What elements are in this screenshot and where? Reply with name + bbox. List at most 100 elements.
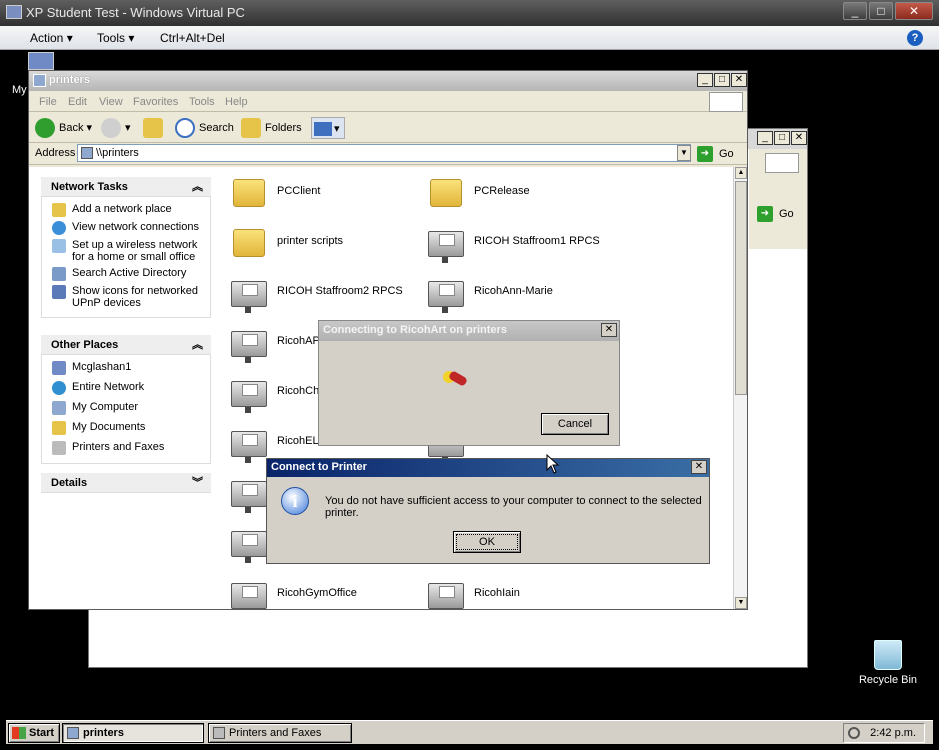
explorer-title: printers — [49, 74, 90, 86]
scroll-thumb[interactable] — [735, 181, 747, 395]
network-tasks-header[interactable]: Network Tasks ︽ — [41, 177, 211, 197]
network-connections-icon — [52, 221, 66, 235]
my-documents-icon — [52, 421, 66, 435]
search-button[interactable]: Search — [175, 117, 234, 139]
menu-tools[interactable]: Tools — [189, 96, 215, 108]
collapse-icon[interactable]: ︽ — [192, 177, 203, 197]
vertical-scrollbar[interactable]: ▲ ▼ — [733, 167, 747, 609]
host-minimize-button[interactable]: _ — [843, 2, 867, 20]
close-button[interactable]: ✕ — [731, 73, 747, 87]
taskbar-item-printers[interactable]: printers — [62, 723, 204, 743]
bg-close-button[interactable]: ✕ — [791, 131, 807, 145]
place-my-computer[interactable]: My Computer — [52, 401, 210, 415]
address-input[interactable]: \\printers — [77, 144, 691, 162]
cancel-button[interactable]: Cancel — [541, 413, 609, 435]
menu-view[interactable]: View — [99, 96, 123, 108]
expand-icon[interactable]: ︾ — [192, 473, 203, 493]
menu-edit[interactable]: Edit — [68, 96, 87, 108]
printer-item[interactable]: RicohChris — [229, 367, 331, 415]
globe-icon — [52, 381, 66, 395]
recycle-bin-icon — [874, 640, 902, 670]
maximize-button[interactable]: □ — [714, 73, 730, 87]
menu-favorites[interactable]: Favorites — [133, 96, 178, 108]
menu-tools[interactable]: Tools ▾ — [97, 31, 134, 45]
task-view-network-connections[interactable]: View network connections — [52, 221, 210, 235]
bg-go-button[interactable]: ➜ Go — [757, 205, 794, 223]
connecting-dialog-titlebar[interactable]: Connecting to RicohArt on printers ✕ — [319, 321, 619, 341]
network-printer-icon — [229, 319, 269, 363]
menu-ctrl-alt-del[interactable]: Ctrl+Alt+Del — [160, 31, 225, 45]
connect-close-button[interactable]: ✕ — [691, 460, 707, 474]
task-show-upnp[interactable]: Show icons for networked UPnP devices — [52, 285, 210, 309]
printer-item[interactable]: RicohAnn-Marie — [426, 267, 553, 315]
go-button[interactable]: ➜ Go — [697, 145, 737, 163]
taskbar-item-printers-and-faxes[interactable]: Printers and Faxes — [208, 723, 352, 743]
connect-to-printer-dialog[interactable]: Connect to Printer ✕ i You do not have s… — [266, 458, 710, 564]
scroll-down-icon[interactable]: ▼ — [735, 597, 747, 609]
folders-button[interactable]: Folders — [241, 117, 302, 139]
address-dropdown-button[interactable]: ▼ — [677, 145, 691, 161]
connecting-close-button[interactable]: ✕ — [601, 323, 617, 337]
file-item-printer-scripts[interactable]: printer scripts — [229, 217, 343, 265]
host-close-button[interactable]: ✕ — [895, 2, 933, 20]
views-icon — [314, 122, 332, 136]
desktop-icon-label[interactable]: My — [12, 84, 27, 96]
windows-flag-icon — [12, 727, 26, 739]
minimize-button[interactable]: _ — [697, 73, 713, 87]
start-button[interactable]: Start — [8, 723, 60, 743]
host-titlebar: XP Student Test - Windows Virtual PC _ □… — [0, 0, 939, 26]
connect-dialog-titlebar[interactable]: Connect to Printer ✕ — [267, 459, 709, 477]
details-header[interactable]: Details ︾ — [41, 473, 211, 493]
collapse-icon[interactable]: ︽ — [192, 335, 203, 355]
network-printer-icon — [229, 571, 269, 609]
desktop-computer-icon[interactable] — [28, 52, 54, 70]
place-mcglashan1[interactable]: Mcglashan1 — [52, 361, 210, 375]
explorer-titlebar[interactable]: printers _ □ ✕ — [29, 71, 747, 91]
printer-icon — [52, 441, 66, 455]
printer-item[interactable]: RICOH Staffroom1 RPCS — [426, 217, 600, 265]
menu-file[interactable]: File — [39, 96, 57, 108]
tray-status-icon[interactable] — [848, 727, 860, 739]
up-folder-icon — [143, 118, 163, 139]
forward-button[interactable]: ▾ — [101, 117, 131, 139]
upnp-icon — [52, 285, 66, 299]
go-arrow-icon: ➜ — [697, 146, 713, 163]
explorer-menubar: File Edit View Favorites Tools Help — [29, 91, 747, 112]
back-button[interactable]: Back ▾ — [35, 117, 92, 139]
windows-logo-icon — [709, 92, 743, 112]
file-item-pcrelease[interactable]: PCRelease — [426, 167, 530, 215]
clock[interactable]: 2:42 p.m. — [870, 724, 916, 742]
ok-button[interactable]: OK — [453, 531, 521, 553]
host-maximize-button[interactable]: □ — [869, 2, 893, 20]
bg-maximize-button[interactable]: □ — [774, 131, 790, 145]
up-folder-button[interactable] — [143, 117, 167, 139]
menu-help[interactable]: Help — [225, 96, 248, 108]
folders-icon — [241, 118, 261, 139]
task-setup-wireless[interactable]: Set up a wireless network for a home or … — [52, 239, 210, 263]
printer-item[interactable]: RICOH Staffroom2 RPCS — [229, 267, 403, 315]
printer-item[interactable]: RicohAPOf — [229, 317, 331, 365]
task-search-active-directory[interactable]: Search Active Directory — [52, 267, 210, 281]
printer-item[interactable]: RicohGymOffice — [229, 569, 357, 609]
place-entire-network[interactable]: Entire Network — [52, 381, 210, 395]
folder-share-icon — [229, 219, 269, 263]
menu-action[interactable]: Action ▾ — [30, 31, 73, 45]
help-icon[interactable]: ? — [907, 30, 923, 46]
taskbar: Start printers Printers and Faxes 2:42 p… — [0, 716, 939, 750]
scroll-up-icon[interactable]: ▲ — [735, 167, 747, 179]
network-tasks-panel: Network Tasks ︽ Add a network place View … — [41, 177, 211, 318]
printers-window-icon — [67, 727, 79, 739]
views-button[interactable]: ▾ — [311, 117, 345, 139]
recycle-bin[interactable]: Recycle Bin — [856, 640, 920, 686]
file-item-pcclient[interactable]: PCClient — [229, 167, 320, 215]
place-printers-and-faxes[interactable]: Printers and Faxes — [52, 441, 210, 455]
other-places-header[interactable]: Other Places ︽ — [41, 335, 211, 355]
recycle-bin-label: Recycle Bin — [858, 674, 918, 686]
connecting-dialog[interactable]: Connecting to RicohArt on printers ✕ Can… — [318, 320, 620, 446]
bg-minimize-button[interactable]: _ — [757, 131, 773, 145]
printer-item[interactable]: RicohIain — [426, 569, 520, 609]
place-my-documents[interactable]: My Documents — [52, 421, 210, 435]
task-add-network-place[interactable]: Add a network place — [52, 203, 210, 217]
forward-arrow-icon — [101, 118, 121, 139]
explorer-toolbar: Back ▾ ▾ Search Folders ▾ — [29, 113, 747, 143]
